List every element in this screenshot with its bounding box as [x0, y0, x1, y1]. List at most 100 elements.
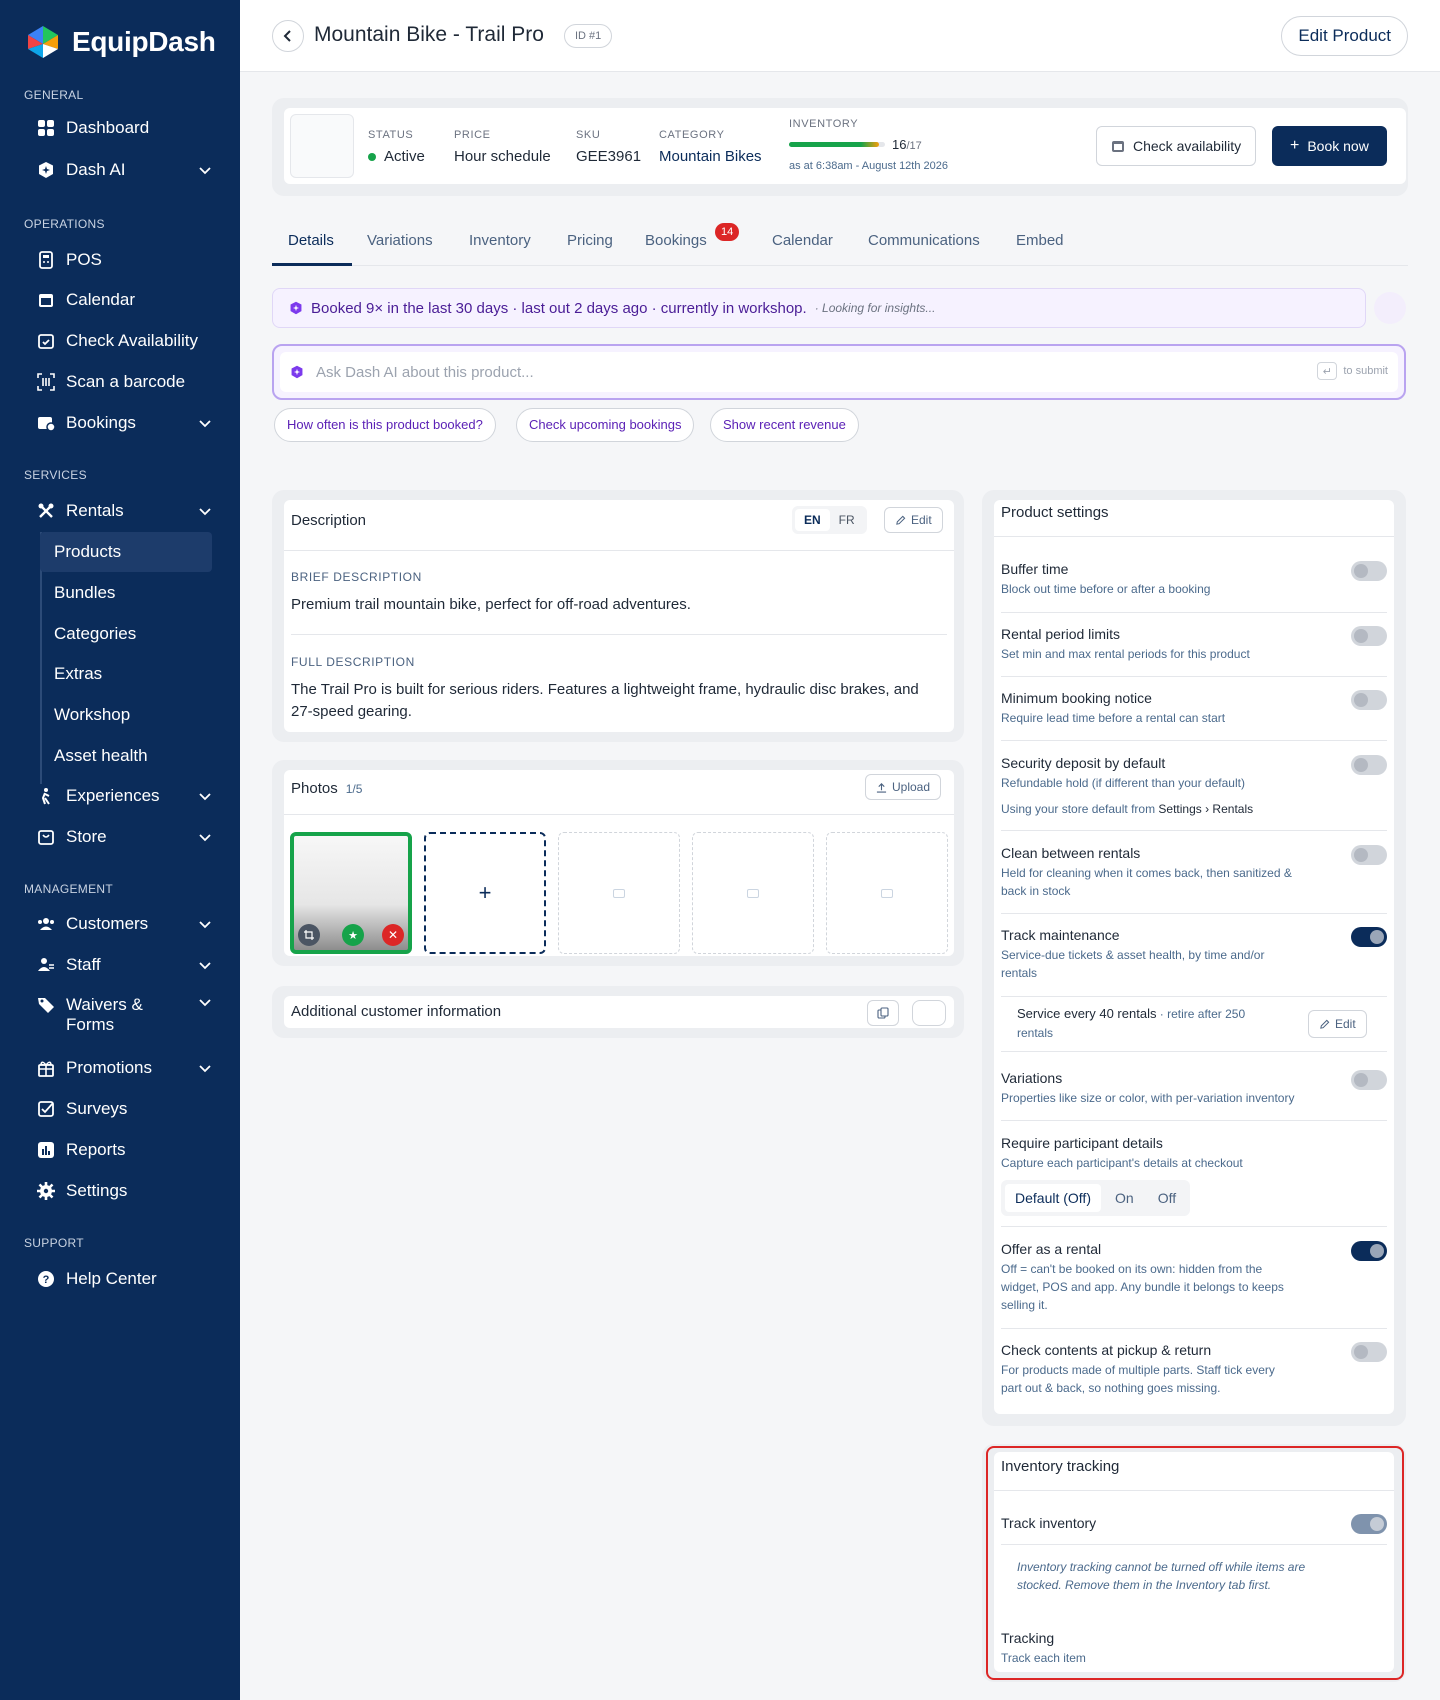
suggestion-chip[interactable]: Check upcoming bookings: [516, 408, 695, 442]
rental-period-toggle[interactable]: [1351, 626, 1387, 646]
clean-desc: Held for cleaning when it comes back, th…: [1001, 866, 1292, 880]
sidebar-item-help-center[interactable]: ? Help Center: [36, 1269, 212, 1289]
offer-rental-title: Offer as a rental: [1001, 1241, 1102, 1257]
delete-photo-icon[interactable]: ✕: [382, 924, 404, 946]
dash-ai-shield-icon: [290, 301, 302, 315]
sidebar-item-experiences[interactable]: Experiences: [36, 786, 212, 806]
sidebar-item-pos[interactable]: POS: [36, 250, 212, 270]
sidebar-item-dashboard[interactable]: Dashboard: [36, 118, 212, 138]
deposit-title: Security deposit by default: [1001, 755, 1166, 771]
sidebar-item-bundles[interactable]: Bundles: [40, 573, 212, 613]
tab-inventory[interactable]: Inventory: [469, 232, 531, 249]
dash-ai-shield-icon: [291, 365, 303, 379]
tab-variations[interactable]: Variations: [367, 232, 433, 249]
maintenance-toggle[interactable]: [1351, 927, 1387, 947]
description-title: Description: [291, 512, 367, 529]
sidebar-item-rentals[interactable]: Rentals: [36, 501, 212, 521]
sidebar-item-settings[interactable]: Settings: [36, 1181, 212, 1201]
offer-rental-toggle[interactable]: [1351, 1241, 1387, 1261]
suggestion-chip[interactable]: How often is this product booked?: [274, 408, 496, 442]
bookings-icon: [36, 413, 56, 433]
divider: [994, 536, 1394, 537]
divider: [1001, 1328, 1387, 1329]
chevron-down-icon[interactable]: [198, 163, 212, 177]
sidebar-item-bookings[interactable]: Bookings: [36, 413, 212, 433]
clean-toggle[interactable]: [1351, 845, 1387, 865]
sidebar-item-check-availability[interactable]: Check Availability: [36, 331, 212, 351]
participant-option-on[interactable]: On: [1105, 1184, 1144, 1212]
product-photo[interactable]: ★ ✕: [290, 832, 412, 954]
summary-card-body: STATUS Active PRICE Hour schedule SKU GE…: [284, 108, 1406, 184]
chevron-down-icon[interactable]: [198, 917, 212, 931]
sidebar-item-label: Calendar: [66, 290, 135, 309]
suggestion-chip[interactable]: Show recent revenue: [710, 408, 859, 442]
back-button[interactable]: [272, 20, 304, 52]
tab-embed[interactable]: Embed: [1016, 232, 1064, 249]
edit-description-button[interactable]: Edit: [884, 507, 943, 533]
chevron-down-icon[interactable]: [198, 830, 212, 844]
participant-option-default[interactable]: Default (Off): [1005, 1184, 1101, 1212]
settings-rentals-link[interactable]: Settings › Rentals: [1158, 802, 1253, 816]
tab-bookings[interactable]: Bookings: [645, 232, 707, 249]
chevron-down-icon[interactable]: [198, 958, 212, 972]
sidebar-item-extras[interactable]: Extras: [40, 654, 212, 694]
survey-check-icon: [36, 1099, 56, 1119]
add-photo-button[interactable]: +: [424, 832, 546, 954]
sidebar-item-scan-barcode[interactable]: Scan a barcode: [36, 372, 212, 392]
category-link[interactable]: Mountain Bikes: [659, 148, 762, 165]
crop-icon[interactable]: [298, 924, 320, 946]
lang-en-button[interactable]: EN: [795, 509, 830, 531]
sidebar-item-waivers-forms[interactable]: Waivers & Forms: [36, 995, 212, 1035]
sidebar-item-label: Surveys: [66, 1099, 128, 1118]
chevron-down-icon[interactable]: [198, 416, 212, 430]
additional-info-toggle[interactable]: [912, 1000, 946, 1026]
min-notice-toggle[interactable]: [1351, 690, 1387, 710]
sidebar-item-asset-health[interactable]: Asset health: [40, 736, 212, 776]
nav-section-general: GENERAL: [24, 88, 84, 102]
inventory-count-value: 16: [892, 137, 907, 152]
sidebar-item-categories[interactable]: Categories: [40, 614, 212, 654]
highlight-outline: [986, 1446, 1404, 1680]
deposit-toggle[interactable]: [1351, 755, 1387, 775]
sidebar-item-store[interactable]: Store: [36, 827, 212, 847]
lang-fr-button[interactable]: FR: [830, 509, 864, 531]
participant-desc: Capture each participant's details at ch…: [1001, 1156, 1243, 1170]
chevron-down-icon[interactable]: [198, 504, 212, 518]
upload-photo-button[interactable]: Upload: [865, 774, 942, 800]
check-availability-button[interactable]: Check availability: [1096, 126, 1257, 166]
sidebar-item-dash-ai[interactable]: Dash AI: [36, 160, 212, 180]
sidebar-item-promotions[interactable]: Promotions: [36, 1058, 212, 1078]
sidebar-item-label: Reports: [66, 1140, 126, 1159]
edit-product-button[interactable]: Edit Product: [1281, 16, 1408, 56]
sidebar-item-products[interactable]: Products: [40, 532, 212, 572]
chevron-down-icon[interactable]: [198, 995, 212, 1009]
brand-logo[interactable]: EquipDash: [24, 24, 216, 60]
chevron-down-icon[interactable]: [198, 789, 212, 803]
edit-maintenance-button[interactable]: Edit: [1308, 1010, 1367, 1038]
sidebar-item-label: Staff: [66, 955, 101, 974]
sidebar-item-workshop[interactable]: Workshop: [40, 695, 212, 735]
upload-icon: [876, 782, 887, 793]
tab-details[interactable]: Details: [288, 232, 334, 249]
book-now-button[interactable]: + Book now: [1272, 126, 1387, 166]
nav-section-support: SUPPORT: [24, 1236, 84, 1250]
sidebar-item-staff[interactable]: Staff: [36, 955, 212, 975]
buffer-time-toggle[interactable]: [1351, 561, 1387, 581]
divider: [1001, 996, 1387, 997]
variations-toggle[interactable]: [1351, 1070, 1387, 1090]
chevron-down-icon[interactable]: [198, 1061, 212, 1075]
participant-option-off[interactable]: Off: [1148, 1184, 1186, 1212]
sidebar-item-customers[interactable]: Customers: [36, 914, 212, 934]
star-primary-icon[interactable]: ★: [342, 924, 364, 946]
full-description-text: The Trail Pro is built for serious rider…: [291, 681, 919, 698]
sidebar-item-calendar[interactable]: Calendar: [36, 290, 212, 310]
sidebar-item-reports[interactable]: Reports: [36, 1140, 212, 1160]
sidebar-item-surveys[interactable]: Surveys: [36, 1099, 212, 1119]
check-contents-toggle[interactable]: [1351, 1342, 1387, 1362]
tab-communications[interactable]: Communications: [868, 232, 980, 249]
tab-calendar[interactable]: Calendar: [772, 232, 833, 249]
copy-button[interactable]: [867, 1000, 899, 1026]
ask-ai-input[interactable]: Ask Dash AI about this product... ↵ to s…: [280, 352, 1398, 392]
inventory-count: 16/17: [892, 137, 922, 152]
tab-pricing[interactable]: Pricing: [567, 232, 613, 249]
